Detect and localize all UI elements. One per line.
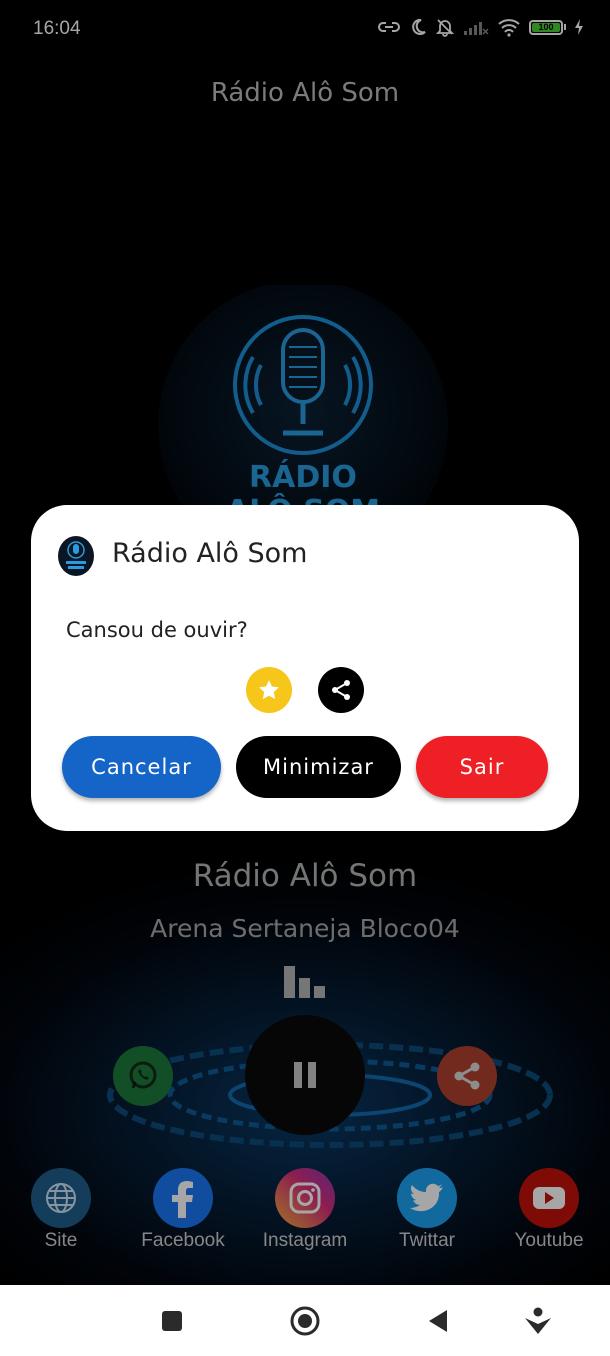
- minimize-button[interactable]: Minimizar: [236, 736, 401, 798]
- home-circle-icon: [290, 1306, 320, 1335]
- dialog-message: Cansou de ouvir?: [66, 618, 248, 642]
- back-triangle-icon: [429, 1309, 447, 1332]
- exit-button[interactable]: Sair: [416, 736, 548, 798]
- system-nav-bar: [0, 1285, 610, 1356]
- assistant-icon: [525, 1307, 551, 1334]
- cancel-button[interactable]: Cancelar: [62, 736, 221, 798]
- main-screen: 16:04 100 Rádio Alô Som RÁDIO Rádio Alô …: [0, 0, 610, 1285]
- home-button[interactable]: [284, 1285, 326, 1356]
- recents-button[interactable]: [152, 1285, 192, 1356]
- dialog-share-button[interactable]: [318, 667, 364, 713]
- dialog-logo: [58, 536, 94, 576]
- share-icon: [332, 680, 350, 700]
- star-icon: [259, 680, 279, 700]
- back-button[interactable]: [418, 1285, 458, 1356]
- rate-button[interactable]: [246, 667, 292, 713]
- dialog-title: Rádio Alô Som: [112, 538, 308, 569]
- exit-dialog: Rádio Alô Som Cansou de ouvir? Cancelar …: [31, 505, 579, 831]
- assistant-button[interactable]: [518, 1285, 558, 1356]
- square-icon: [162, 1310, 182, 1331]
